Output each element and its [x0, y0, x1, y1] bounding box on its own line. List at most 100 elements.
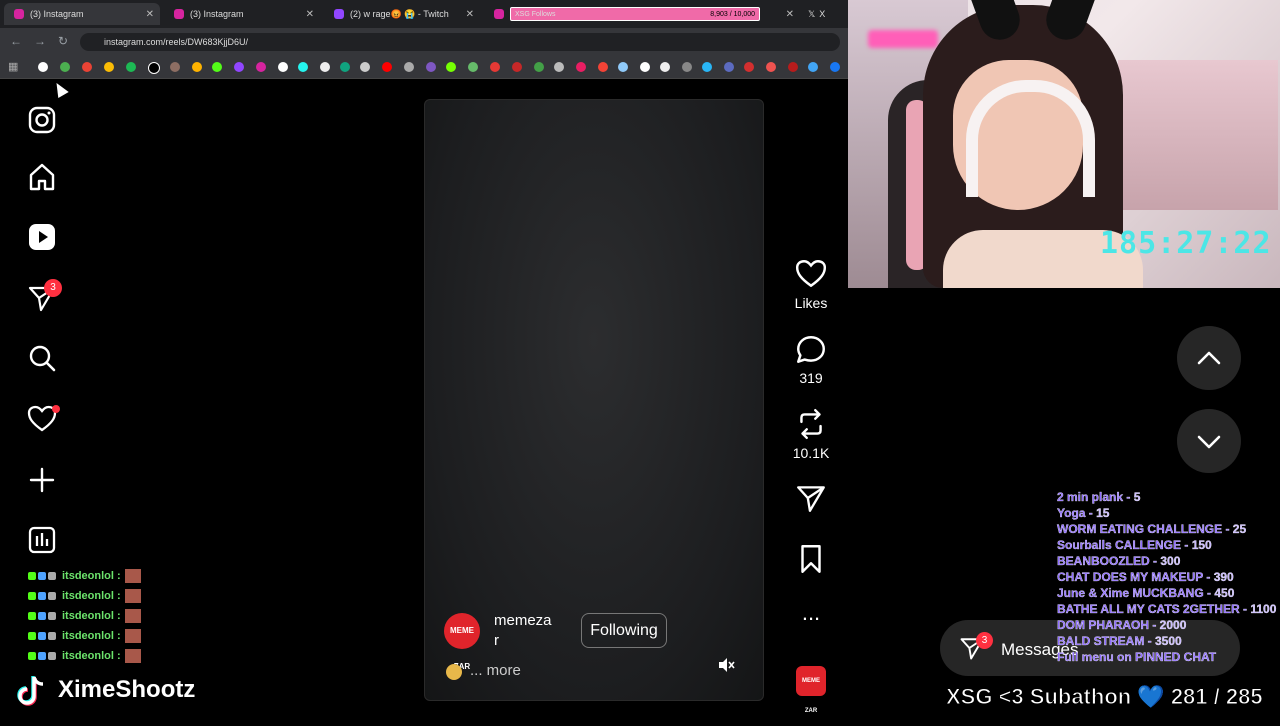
- back-icon[interactable]: ←: [10, 34, 22, 48]
- bookmark-icon[interactable]: [234, 62, 244, 72]
- bookmark-icon[interactable]: [788, 62, 798, 72]
- apps-grid-icon[interactable]: ▦: [8, 60, 18, 73]
- bookmark-icon[interactable]: [598, 62, 608, 72]
- bookmark-icon[interactable]: [724, 62, 734, 72]
- bookmark-icon[interactable]: [320, 62, 330, 72]
- menu-item: 2 min plank - 5: [1057, 490, 1141, 504]
- chat-message: itsdeonlol :: [28, 608, 141, 624]
- bookmark-icon[interactable]: [618, 62, 628, 72]
- menu-item-name: BALD STREAM: [1057, 634, 1145, 648]
- tab-twitch[interactable]: (2) w rage😡 😭 - Twitch ✕: [324, 3, 480, 25]
- bookmark-icon[interactable]: [640, 62, 650, 72]
- save-bookmark-icon[interactable]: [794, 542, 828, 576]
- comment-icon[interactable]: [794, 333, 828, 367]
- tab-xsg-follows[interactable]: XSG Follows 8,903 / 10,000 ✕: [484, 3, 800, 25]
- bookmark-icon[interactable]: [192, 62, 202, 72]
- bookmark-icon[interactable]: [38, 62, 48, 72]
- reel-video[interactable]: [424, 99, 764, 701]
- badge-icon: [48, 572, 56, 580]
- bookmark-icon[interactable]: [278, 62, 288, 72]
- tab-x[interactable]: 𝕏 X: [804, 3, 844, 25]
- muted-speaker-icon[interactable]: [717, 656, 735, 674]
- tab-instagram-2[interactable]: (3) Instagram ✕: [164, 3, 320, 25]
- chat-username: itsdeonlol :: [62, 570, 121, 582]
- tiktok-logo-icon: [17, 676, 44, 706]
- close-tab-icon[interactable]: ✕: [146, 9, 154, 20]
- bed-area: [1118, 60, 1278, 210]
- bookmark-icon[interactable]: [82, 62, 92, 72]
- bookmark-icon[interactable]: [576, 62, 586, 72]
- creator-avatar[interactable]: MEME ZAR: [444, 613, 480, 671]
- bookmark-icon[interactable]: [830, 62, 840, 72]
- address-bar[interactable]: instagram.com/reels/DW683KjjD6U/: [80, 33, 840, 51]
- audio-thumbnail[interactable]: MEME ZAR: [796, 666, 826, 714]
- bookmark-icon[interactable]: [808, 62, 818, 72]
- reels-icon[interactable]: [26, 221, 58, 253]
- instagram-favicon-icon: [14, 9, 24, 19]
- instagram-logo-icon[interactable]: [26, 104, 58, 136]
- badge-icon: [48, 612, 56, 620]
- home-icon[interactable]: [26, 161, 58, 193]
- follows-progress-bar: XSG Follows 8,903 / 10,000: [510, 7, 760, 21]
- comment-count: 319: [799, 370, 823, 386]
- bookmark-icon[interactable]: [212, 62, 222, 72]
- bookmark-icon[interactable]: [104, 62, 114, 72]
- menu-item-name: June & Xime MUCKBANG: [1057, 586, 1204, 600]
- badge-icon: [48, 632, 56, 640]
- badge-icon: [38, 612, 46, 620]
- chevron-up-icon: [1197, 351, 1221, 365]
- bookmark-icon[interactable]: [340, 62, 350, 72]
- caption-more-link[interactable]: ... more: [470, 662, 521, 679]
- bookmark-icon[interactable]: [682, 62, 692, 72]
- tab-title: X: [819, 9, 826, 19]
- bookmark-icon[interactable]: [660, 62, 670, 72]
- like-heart-icon[interactable]: [794, 257, 828, 291]
- bookmark-icon[interactable]: [60, 62, 70, 72]
- bookmark-icon[interactable]: [148, 62, 160, 74]
- close-tab-icon[interactable]: ✕: [466, 9, 474, 20]
- bookmark-icon[interactable]: [490, 62, 500, 72]
- forward-icon[interactable]: →: [34, 34, 46, 48]
- close-tab-icon[interactable]: ✕: [786, 9, 794, 20]
- bookmark-icon[interactable]: [554, 62, 564, 72]
- share-icon[interactable]: [794, 481, 828, 515]
- creator-username[interactable]: memeza r: [494, 611, 564, 651]
- search-icon[interactable]: [26, 342, 58, 374]
- bookmark-icon[interactable]: [468, 62, 478, 72]
- bookmark-icon[interactable]: [512, 62, 522, 72]
- repost-icon[interactable]: [794, 407, 828, 441]
- more-options-icon[interactable]: ...: [781, 602, 841, 624]
- menu-item-name: BEANBOOZLED: [1057, 554, 1150, 568]
- menu-item: BATHE ALL MY CATS 2GETHER - 1100: [1057, 602, 1277, 616]
- menu-item: WORM EATING CHALLENGE - 25: [1057, 522, 1247, 536]
- bookmark-icon[interactable]: [382, 62, 392, 72]
- bookmark-icon[interactable]: [256, 62, 266, 72]
- bookmark-icon[interactable]: [446, 62, 456, 72]
- menu-item-price: 150: [1191, 538, 1212, 552]
- bookmark-icon[interactable]: [744, 62, 754, 72]
- menu-item: BEANBOOZLED - 300: [1057, 554, 1181, 568]
- bookmark-icon[interactable]: [426, 62, 436, 72]
- bookmark-icon[interactable]: [404, 62, 414, 72]
- badge-icon: [38, 572, 46, 580]
- tab-instagram-1[interactable]: (3) Instagram ✕: [4, 3, 160, 25]
- previous-reel-button[interactable]: [1177, 326, 1241, 390]
- menu-item: June & Xime MUCKBANG - 450: [1057, 586, 1235, 600]
- reload-icon[interactable]: ↻: [58, 34, 68, 48]
- x-favicon-icon: 𝕏: [808, 8, 816, 19]
- bookmark-icon[interactable]: [298, 62, 308, 72]
- bookmark-icon[interactable]: [360, 62, 370, 72]
- create-plus-icon[interactable]: [26, 464, 58, 496]
- bookmark-icon[interactable]: [766, 62, 776, 72]
- bookmark-icon[interactable]: [702, 62, 712, 72]
- bookmark-icon[interactable]: [170, 62, 180, 72]
- close-tab-icon[interactable]: ✕: [306, 9, 314, 20]
- menu-item-name: WORM EATING CHALLENGE: [1057, 522, 1223, 536]
- dashboard-icon[interactable]: [26, 524, 58, 556]
- subathon-counter: XSG <3 Subathon 💙 281 / 285: [946, 684, 1264, 710]
- next-reel-button[interactable]: [1177, 409, 1241, 473]
- following-button[interactable]: Following: [581, 613, 667, 648]
- menu-item-price: 25: [1232, 522, 1247, 536]
- bookmark-icon[interactable]: [126, 62, 136, 72]
- bookmark-icon[interactable]: [534, 62, 544, 72]
